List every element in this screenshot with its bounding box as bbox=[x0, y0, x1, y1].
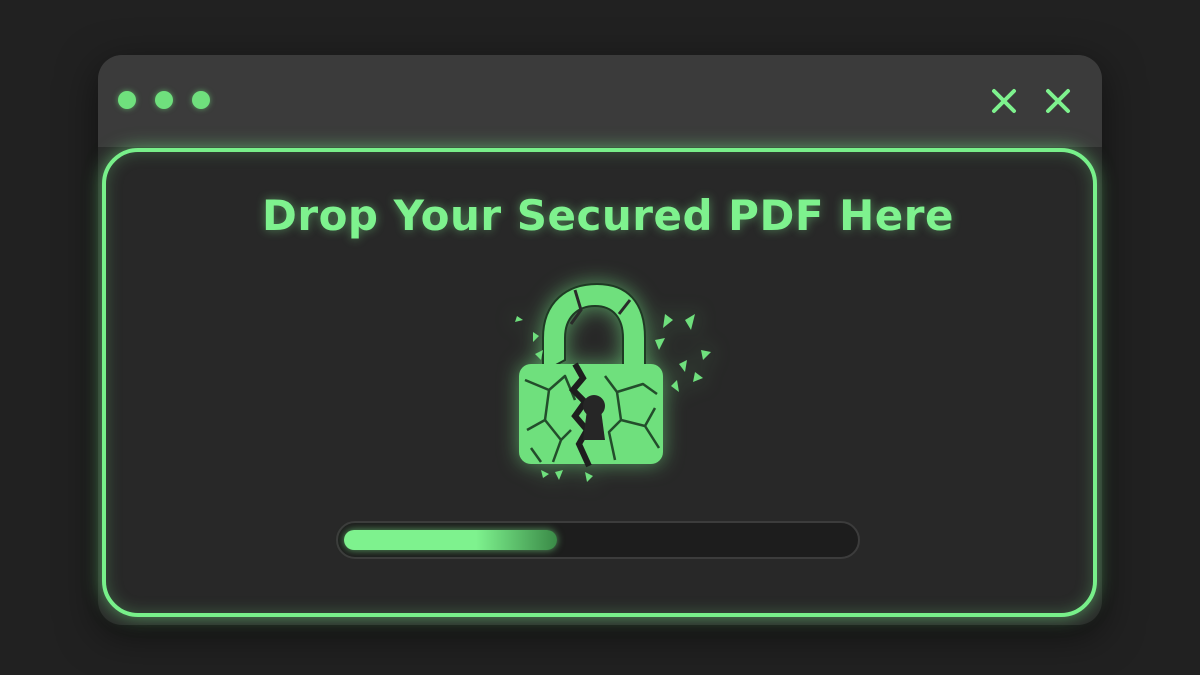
close-icon[interactable] bbox=[988, 85, 1020, 117]
close-icon[interactable] bbox=[1042, 85, 1074, 117]
broken-padlock-icon bbox=[505, 280, 725, 490]
progress-fill bbox=[344, 530, 557, 550]
window-dot-3[interactable] bbox=[192, 91, 210, 109]
window-dot-2[interactable] bbox=[155, 91, 173, 109]
window-dots bbox=[118, 91, 210, 109]
progress-bar bbox=[336, 521, 860, 559]
window-dot-1[interactable] bbox=[118, 91, 136, 109]
title-bar bbox=[98, 55, 1102, 147]
drop-zone-title: Drop Your Secured PDF Here bbox=[262, 191, 954, 240]
